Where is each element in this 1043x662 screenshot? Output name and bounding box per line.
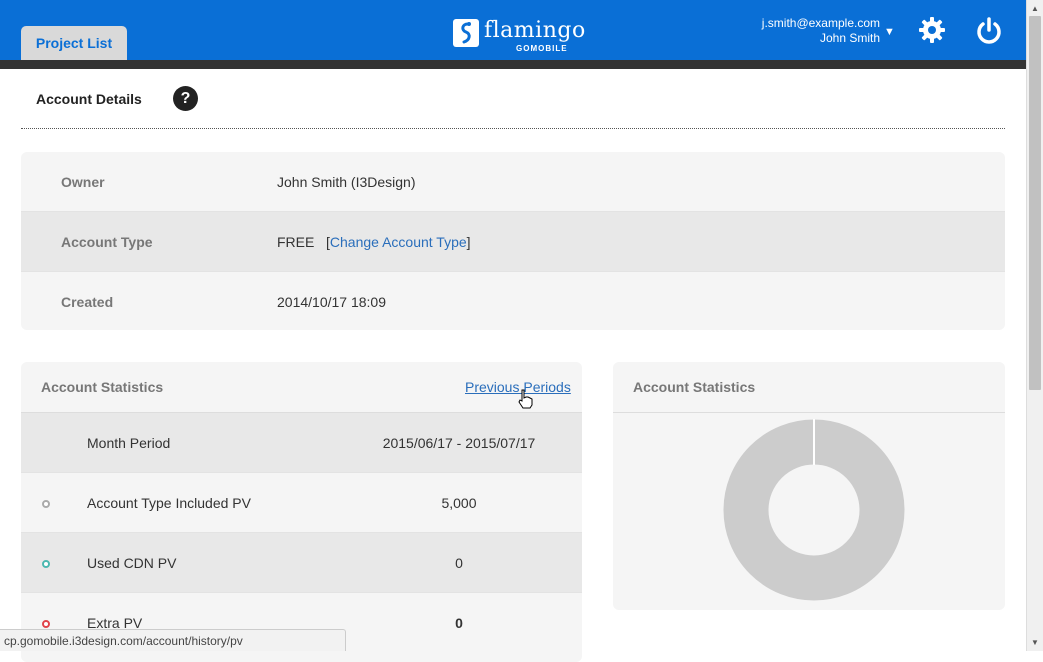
stat-label: Used CDN PV [87,555,177,571]
stat-row-month-period: Month Period 2015/06/17 - 2015/07/17 [21,413,582,473]
scroll-up-arrow-icon[interactable]: ▲ [1031,4,1039,13]
user-menu[interactable]: j.smith@example.com John Smith [740,16,880,46]
flamingo-mark-icon [453,19,479,47]
change-account-type-link[interactable]: Change Account Type [330,234,467,250]
tab-project-list[interactable]: Project List [21,26,127,60]
vertical-scrollbar[interactable]: ▲ ▼ [1026,0,1043,651]
flamingo-logo[interactable]: flamingo GOMOBILE [450,16,585,56]
logo-wordmark: flamingo [484,18,586,43]
detail-value-group: FREE [Change Account Type] [277,234,471,250]
stat-value: 2015/06/17 - 2015/07/17 [382,435,536,451]
detail-label: Account Type [61,234,153,250]
detail-label: Created [61,294,114,310]
account-statistics-chart-panel: Account Statistics [613,362,1005,610]
panel-header: Account Statistics [613,362,1005,413]
panel-title: Account Statistics [633,379,756,395]
header-divider [0,60,1026,69]
account-statistics-table-panel: Account Statistics Previous Periods Mont… [21,362,582,662]
stat-row-included-pv: Account Type Included PV 5,000 [21,473,582,533]
title-divider [21,128,1005,129]
scroll-down-arrow-icon[interactable]: ▼ [1031,638,1039,647]
detail-row-owner: Owner John Smith (I3Design) [21,152,1005,212]
stat-row-used-cdn-pv: Used CDN PV 0 [21,533,582,593]
help-icon[interactable]: ? [173,86,198,111]
panel-title: Account Statistics [41,379,164,395]
account-type-value: FREE [277,234,315,250]
scrollbar-thumb[interactable] [1029,16,1041,390]
page-title: Account Details [36,91,142,107]
stat-label: Month Period [87,435,171,451]
hand-cursor-icon [518,389,533,409]
detail-row-account-type: Account Type FREE [Change Account Type] [21,212,1005,272]
stat-value: 5,000 [441,495,477,511]
panel-header: Account Statistics Previous Periods [21,362,582,413]
detail-label: Owner [61,174,105,190]
power-icon[interactable] [974,16,1004,46]
logo-subtitle: GOMOBILE [516,44,568,53]
legend-dot-icon [42,500,50,508]
main-content: Account Details ? Owner John Smith (I3De… [0,69,1026,662]
donut-chart [723,419,905,601]
gear-icon[interactable] [918,16,946,44]
bracket-close: ] [466,234,471,250]
account-details-panel: Owner John Smith (I3Design) Account Type… [21,152,1005,330]
stat-label: Account Type Included PV [87,495,251,511]
legend-dot-icon [42,560,50,568]
browser-status-bar: cp.gomobile.i3design.com/account/history… [0,629,346,651]
stat-value: 0 [455,555,463,571]
detail-row-created: Created 2014/10/17 18:09 [21,272,1005,330]
detail-value: John Smith (I3Design) [277,174,416,190]
legend-dot-icon [42,620,50,628]
caret-down-icon[interactable]: ▼ [884,26,896,38]
user-email: j.smith@example.com [761,16,880,30]
top-navigation-bar: Project List flamingo GOMOBILE j.smith@e… [0,0,1026,60]
stat-value: 0 [455,615,463,631]
user-name: John Smith [819,31,880,45]
detail-value: 2014/10/17 18:09 [277,294,386,310]
